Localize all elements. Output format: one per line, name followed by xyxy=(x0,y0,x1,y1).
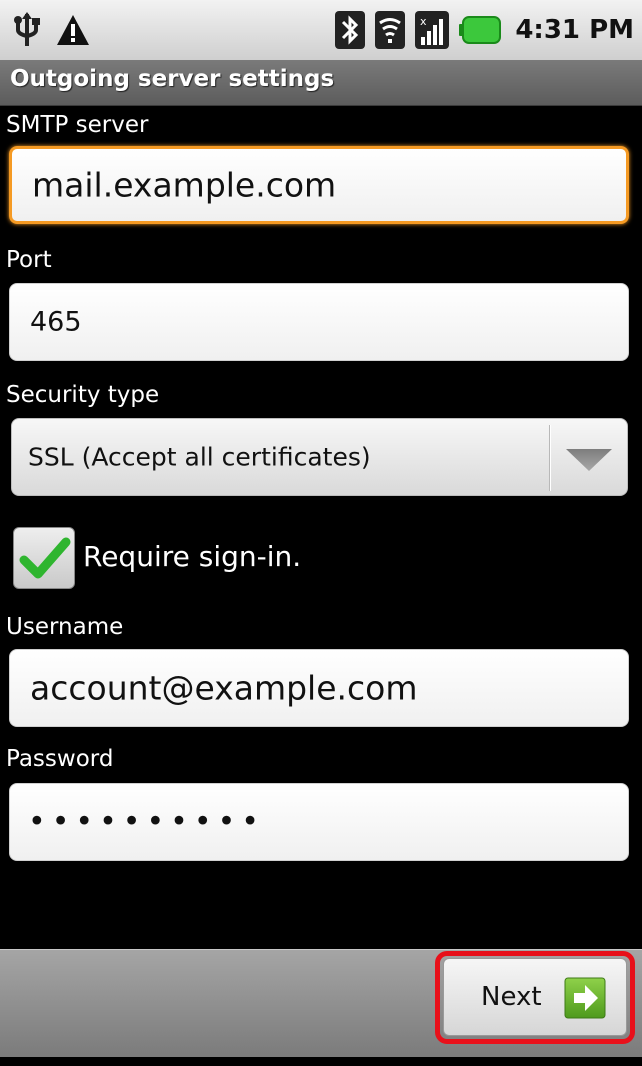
username-input[interactable]: account@example.com xyxy=(9,649,629,727)
next-button-label: Next xyxy=(481,982,542,1012)
security-type-value: SSL (Accept all certificates) xyxy=(28,442,371,472)
security-type-spinner[interactable]: SSL (Accept all certificates) xyxy=(11,418,628,496)
smtp-server-label: SMTP server xyxy=(6,112,149,138)
wifi-icon xyxy=(375,11,406,49)
username-label: Username xyxy=(6,614,124,640)
username-value: account@example.com xyxy=(30,668,418,708)
status-time: 4:31 PM xyxy=(515,15,634,45)
port-label: Port xyxy=(6,247,52,273)
screen: x 4:31 PM Outgoing server settings SMTP … xyxy=(0,0,642,1066)
warning-icon xyxy=(56,14,90,46)
smtp-server-value: mail.example.com xyxy=(32,165,337,205)
checkmark-icon xyxy=(18,534,72,586)
svg-text:x: x xyxy=(420,15,427,28)
status-bar: x 4:31 PM xyxy=(0,0,642,60)
status-bar-right: x 4:31 PM xyxy=(335,10,634,50)
title-bar: Outgoing server settings xyxy=(0,60,642,106)
signal-icon: x xyxy=(415,11,450,49)
password-value: •••••••••• xyxy=(28,804,265,840)
password-label: Password xyxy=(6,746,114,772)
next-button[interactable]: Next xyxy=(443,958,627,1036)
require-signin-checkbox[interactable] xyxy=(13,527,75,589)
spinner-divider xyxy=(549,425,550,491)
password-input[interactable]: •••••••••• xyxy=(9,783,629,861)
chevron-down-icon xyxy=(562,445,616,473)
bluetooth-icon xyxy=(335,11,366,49)
arrow-right-icon xyxy=(564,977,606,1019)
security-type-label: Security type xyxy=(6,382,160,408)
require-signin-label[interactable]: Require sign-in. xyxy=(83,540,301,573)
port-input[interactable]: 465 xyxy=(9,283,629,361)
port-value: 465 xyxy=(30,306,82,338)
usb-icon xyxy=(12,12,42,48)
smtp-server-input[interactable]: mail.example.com xyxy=(9,146,629,224)
page-title: Outgoing server settings xyxy=(10,66,335,92)
battery-icon xyxy=(459,15,502,45)
status-bar-left xyxy=(12,10,90,50)
